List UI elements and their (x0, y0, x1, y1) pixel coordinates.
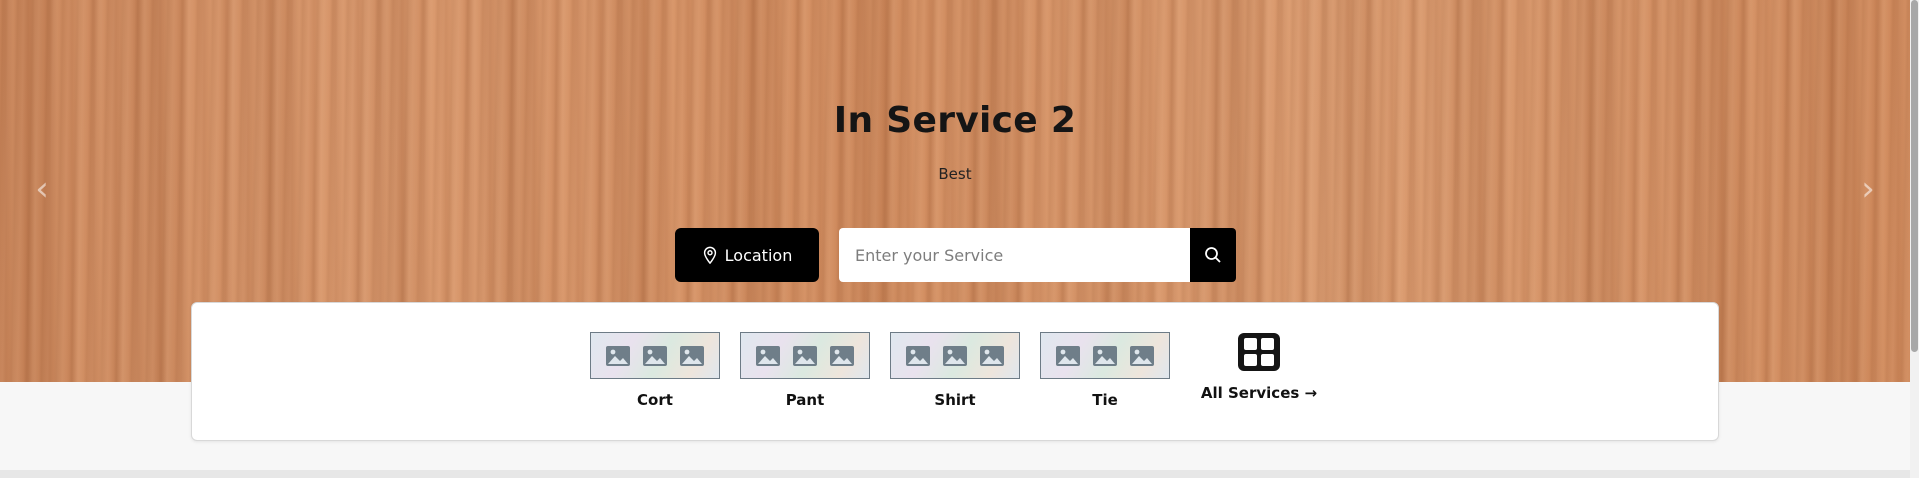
service-search (839, 228, 1236, 282)
service-search-input[interactable] (839, 228, 1190, 282)
image-placeholder-icon (1055, 345, 1080, 366)
image-placeholder-icon (755, 345, 780, 366)
service-item-cort[interactable]: Cort (590, 332, 720, 409)
service-thumbnail (1040, 332, 1170, 379)
map-pin-icon (703, 246, 716, 264)
grid-icon (1238, 333, 1280, 371)
location-button[interactable]: Location (675, 228, 819, 282)
service-label: Shirt (934, 391, 976, 409)
service-label: Cort (637, 391, 673, 409)
service-item-tie[interactable]: Tie (1040, 332, 1170, 409)
scrollbar-thumb[interactable] (1911, 0, 1918, 352)
service-thumbnail (890, 332, 1020, 379)
all-services-link[interactable]: All Services → (1199, 332, 1319, 402)
service-label: Tie (1092, 391, 1118, 409)
service-thumbnail (740, 332, 870, 379)
search-icon (1205, 247, 1221, 263)
location-button-label: Location (724, 245, 793, 265)
image-placeholder-icon (942, 345, 967, 366)
service-label: Pant (785, 391, 825, 409)
search-button[interactable] (1190, 228, 1236, 282)
image-placeholder-icon (1092, 345, 1117, 366)
all-services-label: All Services → (1200, 384, 1318, 402)
service-item-shirt[interactable]: Shirt (890, 332, 1020, 409)
page-scrollbar[interactable] (1910, 0, 1919, 478)
image-placeholder-icon (680, 345, 705, 366)
hero-title: In Service 2 (833, 100, 1077, 141)
image-placeholder-icon (642, 345, 667, 366)
image-placeholder-icon (792, 345, 817, 366)
image-placeholder-icon (605, 345, 630, 366)
service-item-pant[interactable]: Pant (740, 332, 870, 409)
page-section-divider (0, 470, 1910, 478)
hero-subtitle: Best (938, 165, 972, 183)
services-card: Cort Pant Shirt Tie All Services → (191, 302, 1719, 441)
image-placeholder-icon (830, 345, 855, 366)
image-placeholder-icon (980, 345, 1005, 366)
service-thumbnail (590, 332, 720, 379)
image-placeholder-icon (905, 345, 930, 366)
image-placeholder-icon (1130, 345, 1155, 366)
